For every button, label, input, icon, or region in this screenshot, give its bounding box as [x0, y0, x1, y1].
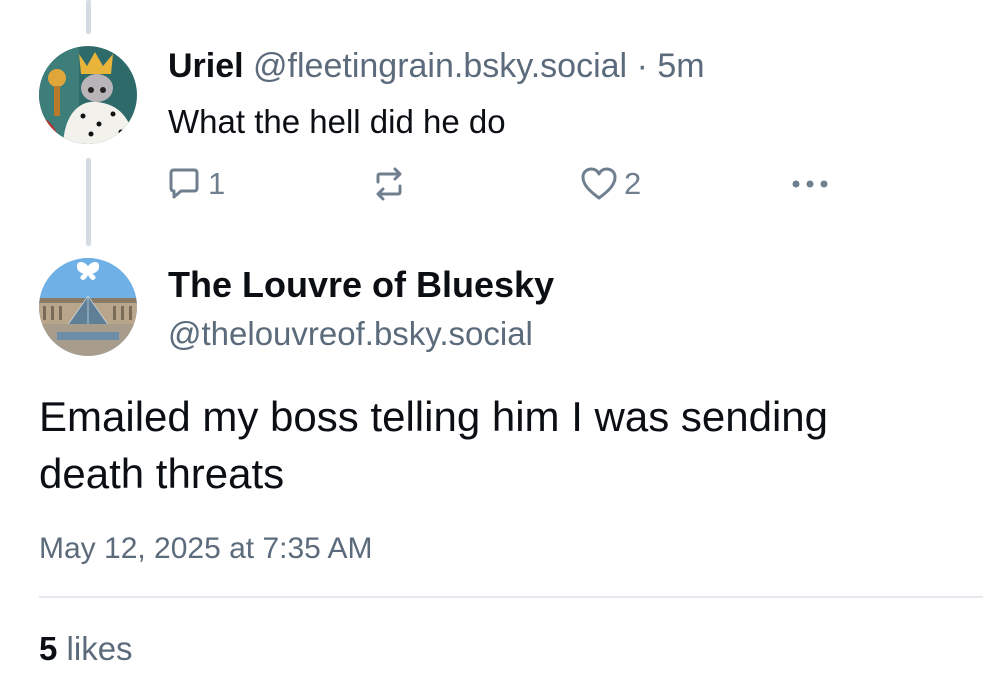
reply-author-handle[interactable]: @fleetingrain.bsky.social: [253, 47, 627, 85]
thread-connector-top: [86, 0, 91, 34]
more-options-button[interactable]: [788, 160, 832, 208]
uriel-avatar[interactable]: [39, 46, 137, 144]
main-post-text-line: Emailed my boss telling him I was sendin…: [39, 393, 829, 440]
like-button[interactable]: 2: [580, 160, 641, 208]
bluesky-thread: Uriel @fleetingrain.bsky.social · 5m Wha…: [0, 0, 1000, 695]
like-count: 2: [624, 166, 642, 201]
likes-label: likes: [66, 630, 133, 667]
reply-post-actions: 1 2: [166, 160, 846, 208]
reply-count: 1: [208, 166, 226, 201]
reply-time-ago[interactable]: 5m: [657, 47, 704, 85]
likes-count: 5: [39, 630, 58, 667]
main-author-name[interactable]: The Louvre of Bluesky: [168, 262, 554, 308]
thread-connector-middle: [86, 158, 91, 246]
post-timestamp[interactable]: May 12, 2025 at 7:35 AM: [39, 528, 373, 570]
crowned-rabbit-avatar-icon: [39, 46, 137, 144]
ellipsis-icon: [792, 180, 828, 188]
repost-icon: [376, 167, 402, 201]
reply-author-name[interactable]: Uriel: [168, 47, 244, 85]
main-post-text-line: death threats: [39, 450, 285, 497]
likes-summary[interactable]: 5 likes: [39, 627, 133, 671]
header-separator: ·: [636, 47, 648, 85]
louvre-avatar[interactable]: [39, 258, 137, 356]
reply-post-text: What the hell did he do: [168, 103, 506, 140]
reply-button[interactable]: 1: [166, 160, 225, 208]
comment-icon: [169, 168, 199, 199]
divider: [39, 596, 983, 598]
louvre-butterfly-avatar-icon: [39, 258, 137, 356]
reply-post-header: Uriel @fleetingrain.bsky.social · 5m: [168, 44, 705, 88]
main-author-handle[interactable]: @thelouvreof.bsky.social: [168, 312, 533, 356]
heart-icon: [581, 167, 617, 200]
main-post-text: Emailed my boss telling him I was sendin…: [39, 388, 969, 502]
repost-button[interactable]: [370, 160, 414, 208]
